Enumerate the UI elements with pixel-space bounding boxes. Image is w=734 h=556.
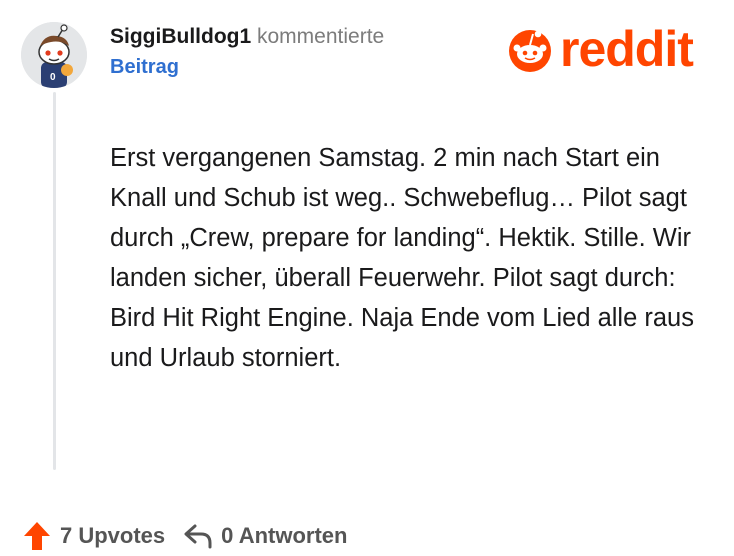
reply-count[interactable]: 0 Antworten: [221, 523, 347, 549]
username[interactable]: SiggiBulldog1: [110, 25, 251, 48]
comment-footer: 7 Upvotes 0 Antworten: [22, 518, 347, 554]
comment-header: SiggiBulldog1 kommentierte Beitrag: [110, 22, 490, 82]
comment-body: Erst vergangenen Samstag. 2 min nach Sta…: [110, 144, 702, 372]
post-link[interactable]: Beitrag: [110, 52, 490, 82]
upvote-arrow-icon[interactable]: [22, 520, 52, 552]
svg-text:0: 0: [50, 72, 56, 83]
reddit-wordmark: reddit: [560, 21, 694, 77]
thread-line[interactable]: [53, 92, 56, 470]
action-text: kommentierte: [257, 25, 385, 48]
reddit-snoo-icon: [509, 30, 551, 72]
reply-arrow-icon[interactable]: [183, 522, 213, 550]
reddit-logo: reddit: [506, 21, 694, 77]
avatar[interactable]: 0: [21, 22, 87, 88]
upvote-count: 7 Upvotes: [60, 523, 166, 548]
snoo-avatar-icon: 0: [21, 22, 87, 88]
